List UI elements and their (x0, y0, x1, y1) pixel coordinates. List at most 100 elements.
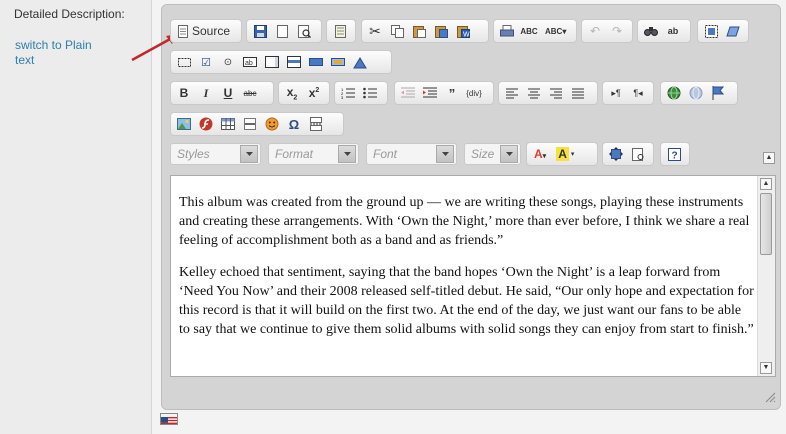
subscript-button[interactable]: x2 (282, 84, 302, 102)
scroll-up-button[interactable]: ▲ (760, 178, 772, 190)
paste-word-button[interactable]: W (453, 22, 473, 40)
preview-button[interactable] (294, 22, 314, 40)
format-select[interactable]: Format (268, 143, 359, 165)
indent-button[interactable] (420, 84, 440, 102)
undo-button[interactable]: ↶ (585, 22, 605, 40)
svg-text:?: ? (671, 150, 677, 161)
textfield-icon: ab (243, 57, 257, 67)
textarea-button[interactable] (262, 53, 282, 71)
scroll-thumb[interactable] (760, 193, 772, 255)
align-left-button[interactable] (502, 84, 522, 102)
ltr-button[interactable]: ▸¶ (606, 84, 626, 102)
toolbar-group-lists: 123 (334, 81, 388, 105)
remove-format-button[interactable] (723, 22, 743, 40)
templates-button[interactable] (330, 22, 350, 40)
unlink-button[interactable] (686, 84, 706, 102)
bold-button[interactable]: B (174, 84, 194, 102)
bulleted-list-button[interactable] (360, 84, 380, 102)
checkbox-icon: ☑ (201, 56, 211, 69)
resize-handle-icon[interactable] (764, 391, 776, 403)
page-break-button[interactable] (306, 115, 326, 133)
replace-button[interactable]: ab (663, 22, 683, 40)
toolbar-group-links (660, 81, 738, 105)
toolbar-group-about: ? (660, 142, 690, 166)
underline-button[interactable]: U (218, 84, 238, 102)
print-icon (500, 24, 514, 38)
scroll-down-button[interactable]: ▼ (760, 362, 772, 374)
table-button[interactable] (218, 115, 238, 133)
new-page-button[interactable] (272, 22, 292, 40)
source-button[interactable]: Source (174, 22, 234, 40)
numbered-list-button[interactable]: 123 (338, 84, 358, 102)
image-button[interactable] (174, 115, 194, 133)
print-button[interactable] (497, 22, 517, 40)
div-button[interactable]: {div} (464, 84, 484, 102)
button-button[interactable] (306, 53, 326, 71)
select-button[interactable] (284, 53, 304, 71)
redo-button[interactable]: ↷ (607, 22, 627, 40)
radio-button[interactable]: ⊙ (218, 53, 238, 71)
checkbox-button[interactable]: ☑ (196, 53, 216, 71)
collapse-toolbar-button[interactable]: ▲ (763, 152, 775, 164)
editor-content-area[interactable]: This album was created from the ground u… (170, 175, 776, 377)
superscript-icon: x2 (308, 86, 320, 100)
subscript-icon: x2 (286, 84, 298, 102)
rtl-button[interactable]: ¶◂ (628, 84, 648, 102)
indent-icon (423, 87, 437, 99)
paste-button[interactable] (409, 22, 429, 40)
superscript-button[interactable]: x2 (304, 84, 324, 102)
align-right-button[interactable] (546, 84, 566, 102)
toolbar-group-print-spell: ABC ABC▾ (493, 19, 577, 43)
outdent-icon (401, 87, 415, 99)
vertical-scrollbar[interactable]: ▲ ▼ (757, 176, 775, 376)
special-char-button[interactable]: Ω (284, 115, 304, 133)
horizontal-rule-button[interactable] (240, 115, 260, 133)
size-select[interactable]: Size (464, 143, 521, 165)
align-center-button[interactable] (524, 84, 544, 102)
smiley-button[interactable] (262, 115, 282, 133)
copy-button[interactable] (387, 22, 407, 40)
scayt-button[interactable]: ABC▾ (541, 22, 570, 40)
paste-text-icon (434, 25, 448, 38)
templates-icon (334, 24, 346, 38)
us-flag-icon[interactable] (160, 413, 178, 425)
cut-button[interactable]: ✂ (365, 22, 385, 40)
about-button[interactable]: ? (664, 145, 684, 163)
blockquote-button[interactable]: ” (442, 84, 462, 102)
button-icon (309, 58, 323, 66)
strike-button[interactable]: abc (240, 84, 260, 102)
chevron-down-icon (338, 145, 356, 163)
select-all-button[interactable] (701, 22, 721, 40)
format-placeholder: Format (275, 147, 314, 161)
show-blocks-button[interactable] (628, 145, 648, 163)
save-button[interactable] (250, 22, 270, 40)
find-button[interactable] (641, 22, 661, 40)
maximize-button[interactable] (606, 145, 626, 163)
text-color-button[interactable]: A▾ (530, 145, 550, 163)
bg-color-button[interactable]: A ▾ (552, 145, 578, 163)
textfield-button[interactable]: ab (240, 53, 260, 71)
anchor-button[interactable] (708, 84, 728, 102)
hidden-field-icon (353, 56, 367, 69)
special-char-icon: Ω (288, 116, 300, 132)
copy-icon (390, 24, 404, 38)
paste-text-button[interactable] (431, 22, 451, 40)
link-button[interactable] (664, 84, 684, 102)
styles-select[interactable]: Styles (170, 143, 261, 165)
outdent-button[interactable] (398, 84, 418, 102)
editor-text[interactable]: This album was created from the ground u… (179, 193, 754, 352)
justify-button[interactable] (568, 84, 588, 102)
hidden-field-button[interactable] (350, 53, 370, 71)
flash-button[interactable] (196, 115, 216, 133)
numbered-list-icon: 123 (341, 87, 355, 99)
spellcheck-button[interactable]: ABC (519, 22, 539, 40)
align-left-icon (506, 88, 518, 99)
scayt-icon: ABC▾ (545, 26, 567, 36)
switch-to-plain-text-link[interactable]: switch to Plain text (15, 38, 105, 68)
chevron-down-icon (500, 145, 518, 163)
form-button[interactable] (174, 53, 194, 71)
image-button-button[interactable] (328, 53, 348, 71)
font-placeholder: Font (373, 147, 398, 161)
font-select[interactable]: Font (366, 143, 457, 165)
italic-button[interactable]: I (196, 84, 216, 102)
